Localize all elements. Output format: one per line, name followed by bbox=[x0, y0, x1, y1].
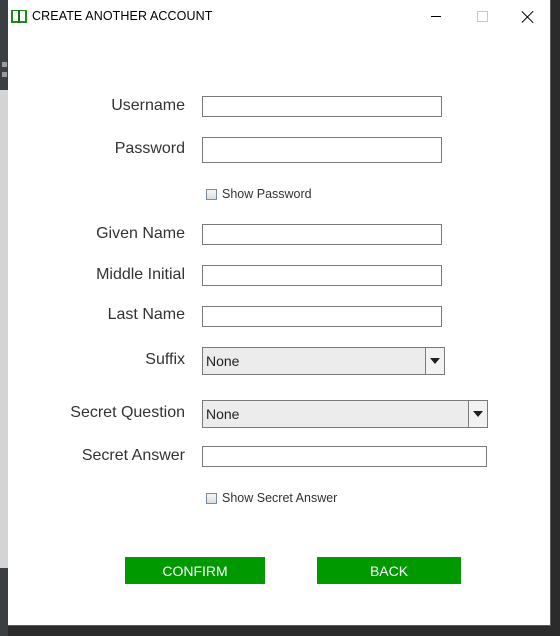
create-account-window: CREATE ANOTHER ACCOUNT Username Password… bbox=[8, 0, 551, 626]
background-panel bbox=[0, 90, 8, 568]
middle-initial-label: Middle Initial bbox=[96, 266, 185, 283]
suffix-dropdown-button[interactable] bbox=[425, 348, 444, 374]
background-marker bbox=[2, 72, 7, 77]
background-marker bbox=[2, 62, 7, 67]
secret-question-select[interactable]: None bbox=[202, 400, 488, 428]
show-secret-answer-checkbox[interactable] bbox=[206, 492, 217, 504]
chevron-down-icon bbox=[430, 358, 440, 364]
suffix-select[interactable]: None bbox=[202, 347, 445, 375]
password-input[interactable] bbox=[202, 137, 442, 163]
suffix-label: Suffix bbox=[145, 351, 185, 368]
suffix-selected-value: None bbox=[206, 353, 240, 369]
show-secret-answer-toggle[interactable]: Show Secret Answer bbox=[206, 491, 337, 505]
secret-question-label: Secret Question bbox=[70, 404, 185, 421]
window-title: CREATE ANOTHER ACCOUNT bbox=[32, 9, 213, 23]
secret-question-selected-value: None bbox=[206, 406, 240, 422]
confirm-button[interactable]: CONFIRM bbox=[125, 557, 265, 584]
show-password-toggle[interactable]: Show Password bbox=[206, 187, 312, 201]
password-label: Password bbox=[114, 140, 185, 157]
show-password-label: Show Password bbox=[222, 187, 312, 201]
given-name-label: Given Name bbox=[96, 225, 185, 242]
username-input[interactable] bbox=[202, 96, 442, 117]
show-secret-answer-label: Show Secret Answer bbox=[222, 491, 338, 505]
back-button[interactable]: BACK bbox=[317, 557, 461, 584]
last-name-input[interactable] bbox=[202, 306, 442, 327]
username-label: Username bbox=[111, 97, 185, 114]
middle-initial-input[interactable] bbox=[202, 265, 442, 286]
background-app-edge bbox=[0, 0, 8, 636]
book-icon bbox=[11, 10, 27, 23]
close-button[interactable] bbox=[505, 0, 551, 33]
given-name-input[interactable] bbox=[202, 224, 442, 245]
maximize-icon bbox=[476, 11, 488, 22]
maximize-button[interactable] bbox=[459, 0, 505, 33]
last-name-label: Last Name bbox=[107, 306, 185, 323]
secret-answer-input[interactable] bbox=[202, 446, 487, 467]
chevron-down-icon bbox=[473, 411, 483, 417]
title-bar[interactable]: CREATE ANOTHER ACCOUNT bbox=[8, 0, 550, 33]
secret-question-dropdown-button[interactable] bbox=[468, 401, 487, 427]
show-password-checkbox[interactable] bbox=[206, 188, 217, 200]
minimize-icon bbox=[431, 16, 441, 17]
minimize-button[interactable] bbox=[413, 0, 459, 33]
secret-answer-label: Secret Answer bbox=[81, 447, 185, 464]
close-icon bbox=[522, 11, 534, 23]
